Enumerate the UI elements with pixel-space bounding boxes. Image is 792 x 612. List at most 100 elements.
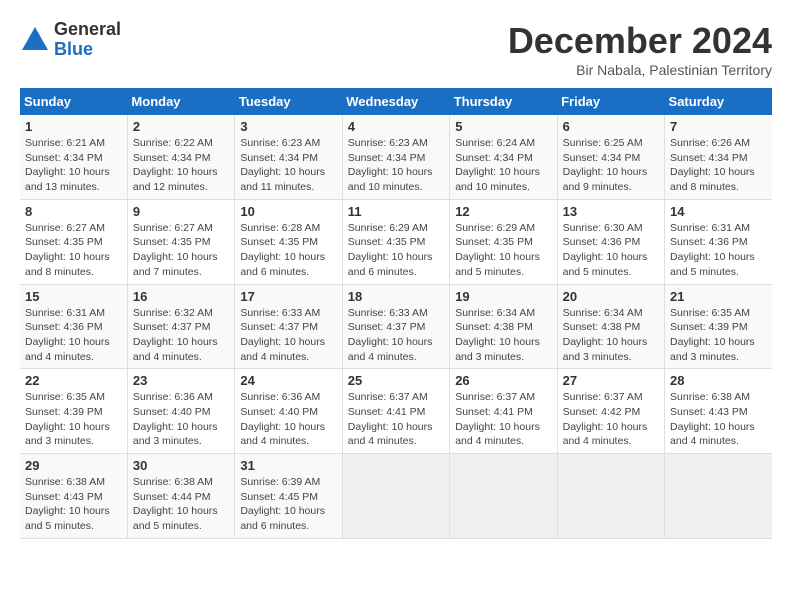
header-sunday: Sunday (20, 88, 127, 115)
day-info: Sunrise: 6:33 AM Sunset: 4:37 PM Dayligh… (240, 306, 336, 365)
day-number: 15 (25, 289, 122, 304)
day-info: Sunrise: 6:36 AM Sunset: 4:40 PM Dayligh… (133, 390, 229, 449)
calendar-cell: 21 Sunrise: 6:35 AM Sunset: 4:39 PM Dayl… (665, 284, 772, 369)
day-info: Sunrise: 6:27 AM Sunset: 4:35 PM Dayligh… (25, 221, 122, 280)
day-info: Sunrise: 6:33 AM Sunset: 4:37 PM Dayligh… (348, 306, 444, 365)
day-info: Sunrise: 6:34 AM Sunset: 4:38 PM Dayligh… (455, 306, 551, 365)
week-row-2: 8 Sunrise: 6:27 AM Sunset: 4:35 PM Dayli… (20, 199, 772, 284)
day-number: 1 (25, 119, 122, 134)
logo-text: General Blue (54, 20, 121, 60)
calendar-cell: 2 Sunrise: 6:22 AM Sunset: 4:34 PM Dayli… (127, 115, 234, 199)
page-header: General Blue December 2024 Bir Nabala, P… (20, 20, 772, 78)
day-info: Sunrise: 6:28 AM Sunset: 4:35 PM Dayligh… (240, 221, 336, 280)
day-number: 23 (133, 373, 229, 388)
day-number: 29 (25, 458, 122, 473)
day-number: 20 (563, 289, 659, 304)
calendar-cell: 13 Sunrise: 6:30 AM Sunset: 4:36 PM Dayl… (557, 199, 664, 284)
day-info: Sunrise: 6:22 AM Sunset: 4:34 PM Dayligh… (133, 136, 229, 195)
calendar-cell: 29 Sunrise: 6:38 AM Sunset: 4:43 PM Dayl… (20, 454, 127, 539)
week-row-5: 29 Sunrise: 6:38 AM Sunset: 4:43 PM Dayl… (20, 454, 772, 539)
day-info: Sunrise: 6:35 AM Sunset: 4:39 PM Dayligh… (25, 390, 122, 449)
week-row-3: 15 Sunrise: 6:31 AM Sunset: 4:36 PM Dayl… (20, 284, 772, 369)
calendar-cell (342, 454, 449, 539)
calendar-cell: 26 Sunrise: 6:37 AM Sunset: 4:41 PM Dayl… (450, 369, 557, 454)
header-thursday: Thursday (450, 88, 557, 115)
day-info: Sunrise: 6:32 AM Sunset: 4:37 PM Dayligh… (133, 306, 229, 365)
day-info: Sunrise: 6:26 AM Sunset: 4:34 PM Dayligh… (670, 136, 767, 195)
logo-general: General (54, 20, 121, 40)
day-info: Sunrise: 6:38 AM Sunset: 4:44 PM Dayligh… (133, 475, 229, 534)
calendar-cell: 24 Sunrise: 6:36 AM Sunset: 4:40 PM Dayl… (235, 369, 342, 454)
week-row-1: 1 Sunrise: 6:21 AM Sunset: 4:34 PM Dayli… (20, 115, 772, 199)
day-info: Sunrise: 6:36 AM Sunset: 4:40 PM Dayligh… (240, 390, 336, 449)
day-info: Sunrise: 6:38 AM Sunset: 4:43 PM Dayligh… (670, 390, 767, 449)
day-number: 21 (670, 289, 767, 304)
day-number: 18 (348, 289, 444, 304)
day-info: Sunrise: 6:21 AM Sunset: 4:34 PM Dayligh… (25, 136, 122, 195)
logo-blue: Blue (54, 40, 121, 60)
day-number: 8 (25, 204, 122, 219)
day-number: 30 (133, 458, 229, 473)
calendar-cell: 7 Sunrise: 6:26 AM Sunset: 4:34 PM Dayli… (665, 115, 772, 199)
calendar-cell: 11 Sunrise: 6:29 AM Sunset: 4:35 PM Dayl… (342, 199, 449, 284)
day-info: Sunrise: 6:38 AM Sunset: 4:43 PM Dayligh… (25, 475, 122, 534)
calendar-cell: 5 Sunrise: 6:24 AM Sunset: 4:34 PM Dayli… (450, 115, 557, 199)
logo-icon (20, 25, 50, 55)
day-info: Sunrise: 6:23 AM Sunset: 4:34 PM Dayligh… (240, 136, 336, 195)
calendar-cell (665, 454, 772, 539)
calendar-cell: 28 Sunrise: 6:38 AM Sunset: 4:43 PM Dayl… (665, 369, 772, 454)
header-friday: Friday (557, 88, 664, 115)
day-number: 17 (240, 289, 336, 304)
month-title: December 2024 (508, 20, 772, 62)
day-number: 31 (240, 458, 336, 473)
calendar-cell: 12 Sunrise: 6:29 AM Sunset: 4:35 PM Dayl… (450, 199, 557, 284)
calendar-cell (450, 454, 557, 539)
day-number: 11 (348, 204, 444, 219)
calendar-cell: 25 Sunrise: 6:37 AM Sunset: 4:41 PM Dayl… (342, 369, 449, 454)
day-info: Sunrise: 6:31 AM Sunset: 4:36 PM Dayligh… (670, 221, 767, 280)
day-number: 25 (348, 373, 444, 388)
day-number: 6 (563, 119, 659, 134)
day-number: 13 (563, 204, 659, 219)
calendar-cell: 9 Sunrise: 6:27 AM Sunset: 4:35 PM Dayli… (127, 199, 234, 284)
title-block: December 2024 Bir Nabala, Palestinian Te… (508, 20, 772, 78)
calendar-cell: 19 Sunrise: 6:34 AM Sunset: 4:38 PM Dayl… (450, 284, 557, 369)
day-info: Sunrise: 6:31 AM Sunset: 4:36 PM Dayligh… (25, 306, 122, 365)
day-number: 28 (670, 373, 767, 388)
day-number: 5 (455, 119, 551, 134)
day-info: Sunrise: 6:37 AM Sunset: 4:42 PM Dayligh… (563, 390, 659, 449)
calendar-table: SundayMondayTuesdayWednesdayThursdayFrid… (20, 88, 772, 539)
calendar-cell: 20 Sunrise: 6:34 AM Sunset: 4:38 PM Dayl… (557, 284, 664, 369)
calendar-cell: 10 Sunrise: 6:28 AM Sunset: 4:35 PM Dayl… (235, 199, 342, 284)
day-info: Sunrise: 6:37 AM Sunset: 4:41 PM Dayligh… (455, 390, 551, 449)
calendar-cell: 31 Sunrise: 6:39 AM Sunset: 4:45 PM Dayl… (235, 454, 342, 539)
calendar-cell: 17 Sunrise: 6:33 AM Sunset: 4:37 PM Dayl… (235, 284, 342, 369)
day-info: Sunrise: 6:39 AM Sunset: 4:45 PM Dayligh… (240, 475, 336, 534)
calendar-cell (557, 454, 664, 539)
calendar-cell: 3 Sunrise: 6:23 AM Sunset: 4:34 PM Dayli… (235, 115, 342, 199)
day-number: 24 (240, 373, 336, 388)
day-number: 22 (25, 373, 122, 388)
header-tuesday: Tuesday (235, 88, 342, 115)
location: Bir Nabala, Palestinian Territory (508, 62, 772, 78)
header-wednesday: Wednesday (342, 88, 449, 115)
day-number: 26 (455, 373, 551, 388)
day-info: Sunrise: 6:29 AM Sunset: 4:35 PM Dayligh… (348, 221, 444, 280)
calendar-cell: 4 Sunrise: 6:23 AM Sunset: 4:34 PM Dayli… (342, 115, 449, 199)
day-info: Sunrise: 6:25 AM Sunset: 4:34 PM Dayligh… (563, 136, 659, 195)
day-number: 3 (240, 119, 336, 134)
day-number: 7 (670, 119, 767, 134)
calendar-cell: 30 Sunrise: 6:38 AM Sunset: 4:44 PM Dayl… (127, 454, 234, 539)
day-number: 16 (133, 289, 229, 304)
day-number: 10 (240, 204, 336, 219)
week-row-4: 22 Sunrise: 6:35 AM Sunset: 4:39 PM Dayl… (20, 369, 772, 454)
logo: General Blue (20, 20, 121, 60)
calendar-cell: 22 Sunrise: 6:35 AM Sunset: 4:39 PM Dayl… (20, 369, 127, 454)
calendar-cell: 16 Sunrise: 6:32 AM Sunset: 4:37 PM Dayl… (127, 284, 234, 369)
day-info: Sunrise: 6:24 AM Sunset: 4:34 PM Dayligh… (455, 136, 551, 195)
day-info: Sunrise: 6:23 AM Sunset: 4:34 PM Dayligh… (348, 136, 444, 195)
calendar-cell: 15 Sunrise: 6:31 AM Sunset: 4:36 PM Dayl… (20, 284, 127, 369)
day-info: Sunrise: 6:35 AM Sunset: 4:39 PM Dayligh… (670, 306, 767, 365)
calendar-cell: 1 Sunrise: 6:21 AM Sunset: 4:34 PM Dayli… (20, 115, 127, 199)
calendar-cell: 6 Sunrise: 6:25 AM Sunset: 4:34 PM Dayli… (557, 115, 664, 199)
